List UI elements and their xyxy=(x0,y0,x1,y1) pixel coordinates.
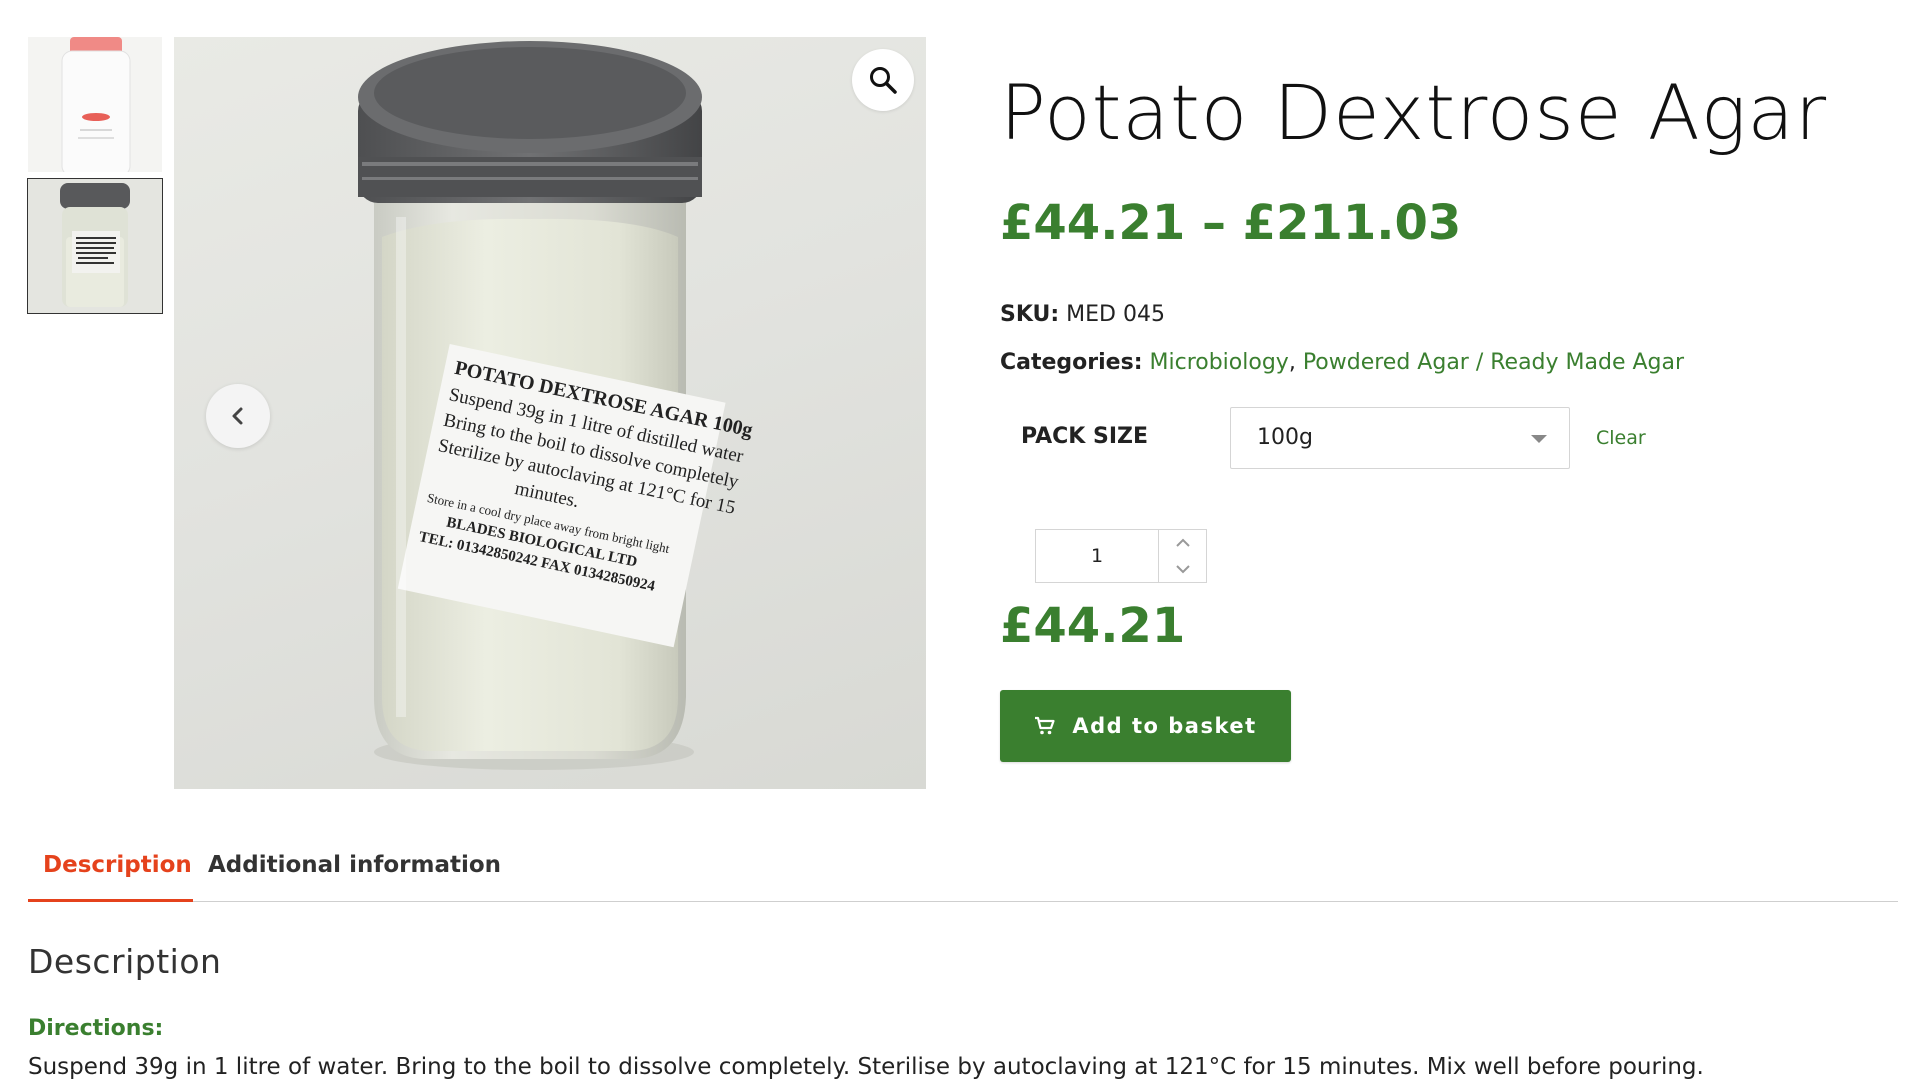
sku-label: SKU: xyxy=(1000,302,1060,327)
chevron-up-icon xyxy=(1176,538,1190,547)
sku-value: MED 045 xyxy=(1066,302,1165,327)
pack-size-label: PACK SIZE xyxy=(1021,424,1148,449)
add-to-basket-button[interactable]: Add to basket xyxy=(1000,690,1291,762)
directions-text: Suspend 39g in 1 litre of water. Bring t… xyxy=(28,1054,1704,1080)
quantity-stepper-buttons xyxy=(1158,530,1207,582)
zoom-button[interactable] xyxy=(852,49,914,111)
cart-icon xyxy=(1035,716,1055,735)
quantity-increase-button[interactable] xyxy=(1159,530,1207,556)
quantity-stepper: 1 xyxy=(1035,529,1207,583)
tab-description[interactable]: Description xyxy=(43,852,192,878)
categories-row: Categories: Microbiology, Powdered Agar … xyxy=(1000,350,1684,375)
categories-label: Categories: xyxy=(1000,350,1143,375)
description-heading: Description xyxy=(28,942,222,981)
add-to-basket-label: Add to basket xyxy=(1072,714,1257,738)
product-title: Potato Dextrose Agar xyxy=(1000,68,1828,157)
gallery-thumbnail-1[interactable] xyxy=(28,37,162,172)
pack-size-select[interactable]: 100g xyxy=(1230,407,1570,469)
directions-label: Directions: xyxy=(28,1016,164,1041)
main-product-image[interactable]: POTATO DEXTROSE AGAR 100g Suspend 39g in… xyxy=(174,37,926,789)
quantity-input[interactable]: 1 xyxy=(1036,530,1158,582)
clear-selection-link[interactable]: Clear xyxy=(1596,427,1646,449)
chevron-left-icon xyxy=(232,407,243,425)
agar-jar-thumbnail-image xyxy=(28,179,162,313)
tab-additional-information[interactable]: Additional information xyxy=(208,852,501,878)
gallery-thumbnail-2[interactable] xyxy=(27,178,163,314)
chevron-down-icon xyxy=(1176,565,1190,574)
quantity-decrease-button[interactable] xyxy=(1159,556,1207,582)
agar-jar-image: POTATO DEXTROSE AGAR 100g Suspend 39g in… xyxy=(358,41,755,770)
category-separator: , xyxy=(1288,350,1303,375)
price-range: £44.21 – £211.03 xyxy=(1000,195,1462,251)
active-tab-indicator xyxy=(28,899,193,902)
pack-size-value: 100g xyxy=(1257,425,1313,450)
powder-bottle-image xyxy=(28,37,162,172)
category-link-microbiology[interactable]: Microbiology xyxy=(1150,350,1289,375)
magnifier-icon xyxy=(870,67,897,94)
tabs-divider xyxy=(28,901,1898,902)
caret-down-icon xyxy=(1531,435,1547,443)
previous-image-button[interactable] xyxy=(206,384,270,448)
sku-row: SKU: MED 045 xyxy=(1000,302,1165,327)
category-link-powdered-agar[interactable]: Powdered Agar / Ready Made Agar xyxy=(1303,350,1684,375)
selected-price: £44.21 xyxy=(1000,598,1186,654)
